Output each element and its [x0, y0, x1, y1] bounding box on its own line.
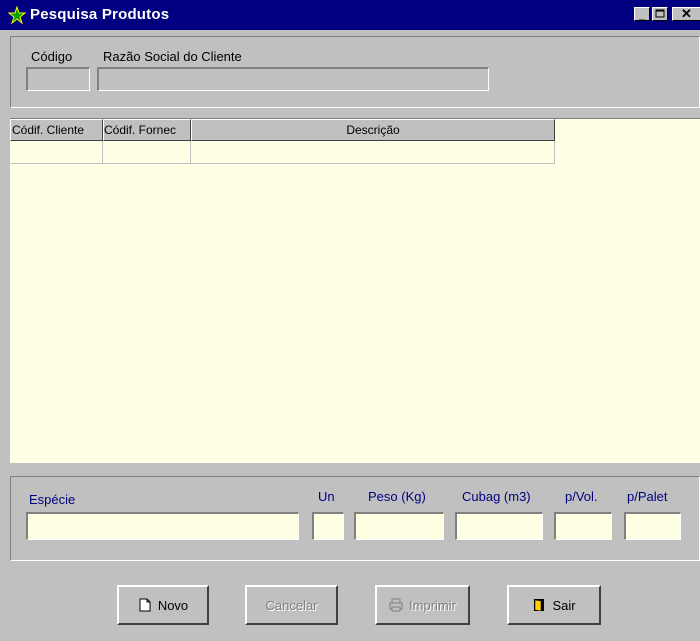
table-row-cell-codif-cliente[interactable] [10, 141, 103, 164]
close-icon: ✕ [681, 6, 692, 21]
cubag-label: Cubag (m3) [462, 489, 531, 504]
p-palet-field[interactable] [624, 512, 681, 540]
peso-label: Peso (Kg) [368, 489, 426, 504]
razao-social-field[interactable] [97, 67, 489, 91]
razao-social-label: Razão Social do Cliente [103, 49, 242, 64]
window-title: Pesquisa Produtos [30, 6, 170, 23]
printer-icon [389, 598, 403, 612]
cubag-field[interactable] [455, 512, 543, 540]
column-header-descricao[interactable]: Descrição [191, 119, 555, 141]
codigo-label: Código [31, 49, 73, 64]
un-field[interactable] [312, 512, 344, 540]
minimize-button[interactable]: _ [634, 7, 650, 21]
close-button[interactable]: ✕ [672, 7, 700, 21]
p-vol-label: p/Vol. [565, 489, 598, 504]
title-bar: Pesquisa Produtos _ ✕ [0, 0, 700, 30]
maximize-button[interactable] [652, 7, 668, 21]
minimize-icon: _ [638, 9, 646, 21]
imprimir-button[interactable]: Imprimir [375, 585, 470, 625]
table-row-cell-codif-fornec[interactable] [103, 141, 191, 164]
peso-field[interactable] [354, 512, 444, 540]
novo-button[interactable]: Novo [117, 585, 209, 625]
exit-door-icon [534, 599, 545, 612]
product-grid[interactable]: Códif. Cliente Códif. Fornec Descrição [10, 118, 700, 463]
codigo-field[interactable] [26, 67, 90, 91]
sair-button[interactable]: Sair [507, 585, 601, 625]
maximize-icon [655, 9, 665, 18]
app-icon [8, 6, 26, 24]
new-document-icon [139, 598, 151, 612]
un-label: Un [318, 489, 335, 504]
table-row-cell-descricao[interactable] [191, 141, 555, 164]
especie-field[interactable] [26, 512, 299, 540]
p-vol-field[interactable] [554, 512, 612, 540]
cancelar-button[interactable]: Cancelar [245, 585, 338, 625]
column-header-codif-fornec[interactable]: Códif. Fornec [103, 119, 191, 141]
column-header-codif-cliente[interactable]: Códif. Cliente [10, 119, 103, 141]
p-palet-label: p/Palet [627, 489, 668, 504]
especie-label: Espécie [29, 492, 76, 507]
